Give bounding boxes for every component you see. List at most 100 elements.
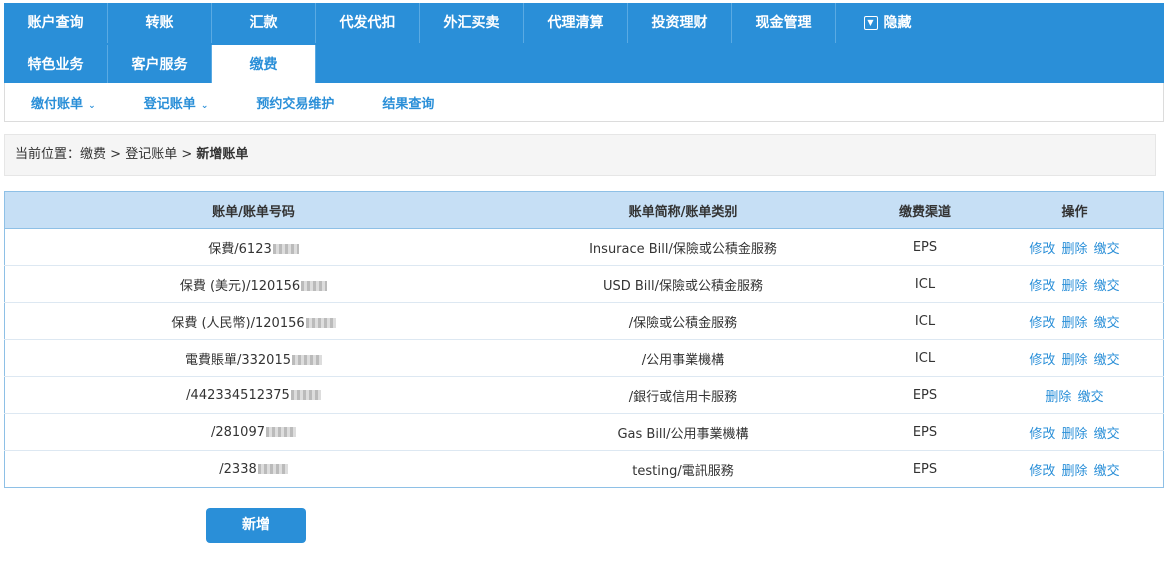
pay-link[interactable]: 缴交 bbox=[1094, 464, 1120, 479]
nav-tab-forex[interactable]: 外汇买卖 bbox=[420, 3, 524, 43]
nav-tab-account-query[interactable]: 账户查询 bbox=[4, 3, 108, 43]
actions-cell: 修改 删除 缴交 bbox=[986, 302, 1164, 340]
nav-tab-payroll[interactable]: 代发代扣 bbox=[316, 3, 420, 43]
bill-number: 保費 (美元)/120156 bbox=[179, 278, 301, 294]
edit-link[interactable]: 修改 bbox=[1029, 464, 1055, 479]
delete-link[interactable]: 删除 bbox=[1061, 464, 1087, 479]
chevron-down-icon: ⌄ bbox=[197, 100, 209, 111]
table-row: /2338 testing/電訊服務 EPS 修改 删除 缴交 bbox=[4, 450, 1164, 488]
delete-link[interactable]: 删除 bbox=[1061, 242, 1087, 257]
redacted-digits bbox=[292, 355, 322, 365]
actions-cell: 修改 删除 缴交 bbox=[986, 228, 1164, 266]
bill-number-cell: /2338 bbox=[4, 450, 502, 488]
hide-nav-label: 隐藏 bbox=[883, 15, 912, 31]
bill-type-cell: Gas Bill/公用事業機構 bbox=[502, 413, 864, 451]
delete-link[interactable]: 删除 bbox=[1061, 353, 1087, 368]
delete-link[interactable]: 删除 bbox=[1045, 390, 1071, 405]
bill-number-cell: 保費 (美元)/120156 bbox=[4, 265, 502, 303]
nav-tab-special-services[interactable]: 特色业务 bbox=[4, 45, 108, 85]
bill-type-cell: Insurace Bill/保險或公積金服務 bbox=[502, 228, 864, 266]
subnav-scheduled-transactions[interactable]: 预约交易维护 bbox=[256, 93, 334, 112]
nav-tab-cash-management[interactable]: 现金管理 bbox=[732, 3, 836, 43]
actions-cell: 修改 删除 缴交 bbox=[986, 413, 1164, 451]
nav-tab-transfer[interactable]: 转账 bbox=[108, 3, 212, 43]
delete-link[interactable]: 删除 bbox=[1061, 279, 1087, 294]
breadcrumb-separator: > bbox=[177, 147, 197, 162]
breadcrumb: 当前位置：缴费 > 登记账单 > 新增账单 bbox=[4, 134, 1156, 176]
subnav-register-bills[interactable]: 登记账单 ⌄ bbox=[144, 93, 209, 112]
actions-cell: 修改 删除 缴交 bbox=[986, 450, 1164, 488]
channel-cell: EPS bbox=[864, 450, 986, 488]
channel-cell: ICL bbox=[864, 302, 986, 340]
pay-link[interactable]: 缴交 bbox=[1094, 242, 1120, 257]
bill-number: 保費/6123 bbox=[208, 241, 272, 257]
table-row: 保費 (人民幣)/120156 /保險或公積金服務 ICL 修改 删除 缴交 bbox=[4, 302, 1164, 340]
bill-type-cell: /保險或公積金服務 bbox=[502, 302, 864, 340]
bill-type-cell: USD Bill/保險或公積金服務 bbox=[502, 265, 864, 303]
table-row: /442334512375 /銀行或信用卡服務 EPS 删除 缴交 bbox=[4, 376, 1164, 414]
actions-cell: 修改 删除 缴交 bbox=[986, 339, 1164, 377]
edit-link[interactable]: 修改 bbox=[1029, 242, 1055, 257]
redacted-digits bbox=[272, 244, 299, 254]
bill-number-cell: 電費賬單/332015 bbox=[4, 339, 502, 377]
nav-tab-bill-payment[interactable]: 缴费 bbox=[212, 45, 316, 83]
breadcrumb-current: 新增账单 bbox=[196, 147, 249, 162]
bill-number: /2338 bbox=[219, 461, 257, 477]
subnav-pay-bills[interactable]: 缴付账单 ⌄ bbox=[31, 93, 96, 112]
nav-row-1: 账户查询 转账 汇款 代发代扣 外汇买卖 代理清算 投资理财 现金管理 ▼ 隐藏 bbox=[4, 3, 939, 43]
bill-number-cell: /442334512375 bbox=[4, 376, 502, 414]
hide-nav-button[interactable]: ▼ 隐藏 bbox=[836, 3, 939, 43]
nav-tab-remittance[interactable]: 汇款 bbox=[212, 3, 316, 43]
add-bill-button[interactable]: 新增 bbox=[206, 508, 306, 543]
breadcrumb-prefix: 当前位置： bbox=[15, 147, 81, 162]
table-header-row: 账单/账单号码 账单简称/账单类别 缴费渠道 操作 bbox=[4, 191, 1164, 229]
channel-cell: EPS bbox=[864, 376, 986, 414]
chevron-down-icon: ⌄ bbox=[85, 100, 96, 111]
delete-link[interactable]: 删除 bbox=[1061, 427, 1087, 442]
nav-tab-clearing[interactable]: 代理清算 bbox=[524, 3, 628, 43]
pay-link[interactable]: 缴交 bbox=[1094, 353, 1120, 368]
redacted-digits bbox=[266, 427, 296, 437]
breadcrumb-link-register-bills[interactable]: 登记账单 bbox=[125, 147, 177, 162]
table-row: 保費 (美元)/120156 USD Bill/保險或公積金服務 ICL 修改 … bbox=[4, 265, 1164, 303]
pay-link[interactable]: 缴交 bbox=[1094, 427, 1120, 442]
redacted-digits bbox=[257, 464, 288, 474]
bill-number-cell: 保費/6123 bbox=[4, 228, 502, 266]
pay-link[interactable]: 缴交 bbox=[1094, 316, 1120, 331]
nav-tab-investment[interactable]: 投资理财 bbox=[628, 3, 732, 43]
col-header-actions: 操作 bbox=[986, 191, 1164, 229]
bill-type-cell: testing/電訊服務 bbox=[502, 450, 864, 488]
channel-cell: ICL bbox=[864, 265, 986, 303]
nav-tab-customer-service[interactable]: 客户服务 bbox=[108, 45, 212, 85]
edit-link[interactable]: 修改 bbox=[1029, 316, 1055, 331]
bill-number: 保費 (人民幣)/120156 bbox=[171, 315, 305, 331]
table-row: 保費/6123 Insurace Bill/保險或公積金服務 EPS 修改 删除… bbox=[4, 228, 1164, 266]
col-header-bill-number: 账单/账单号码 bbox=[4, 191, 502, 229]
top-navigation: 账户查询 转账 汇款 代发代扣 外汇买卖 代理清算 投资理财 现金管理 ▼ 隐藏… bbox=[4, 3, 1164, 85]
subnav-result-query[interactable]: 结果查询 bbox=[382, 93, 434, 112]
channel-cell: EPS bbox=[864, 413, 986, 451]
channel-cell: EPS bbox=[864, 228, 986, 266]
nav-row-2: 特色业务 客户服务 缴费 bbox=[4, 45, 316, 85]
collapse-icon: ▼ bbox=[863, 16, 878, 30]
bill-type-cell: /銀行或信用卡服務 bbox=[502, 376, 864, 414]
bill-type-cell: /公用事業機構 bbox=[502, 339, 864, 377]
bill-number-cell: /281097 bbox=[4, 413, 502, 451]
col-header-channel: 缴费渠道 bbox=[864, 191, 986, 229]
edit-link[interactable]: 修改 bbox=[1029, 279, 1055, 294]
table-row: 電費賬單/332015 /公用事業機構 ICL 修改 删除 缴交 bbox=[4, 339, 1164, 377]
pay-link[interactable]: 缴交 bbox=[1094, 279, 1120, 294]
bills-table: 账单/账单号码 账单简称/账单类别 缴费渠道 操作 保費/6123 Insura… bbox=[4, 191, 1164, 488]
bill-number: 電費賬單/332015 bbox=[184, 352, 291, 368]
pay-link[interactable]: 缴交 bbox=[1078, 390, 1104, 405]
col-header-bill-type: 账单简称/账单类别 bbox=[502, 191, 864, 229]
edit-link[interactable]: 修改 bbox=[1029, 353, 1055, 368]
table-row: /281097 Gas Bill/公用事業機構 EPS 修改 删除 缴交 bbox=[4, 413, 1164, 451]
breadcrumb-link-bill-payment[interactable]: 缴费 bbox=[80, 147, 106, 162]
redacted-digits bbox=[301, 281, 328, 291]
bill-number: /281097 bbox=[210, 424, 265, 440]
edit-link[interactable]: 修改 bbox=[1029, 427, 1055, 442]
sub-navigation: 缴付账单 ⌄ 登记账单 ⌄ 预约交易维护 结果查询 bbox=[4, 83, 1164, 122]
delete-link[interactable]: 删除 bbox=[1061, 316, 1087, 331]
breadcrumb-separator: > bbox=[106, 147, 126, 162]
